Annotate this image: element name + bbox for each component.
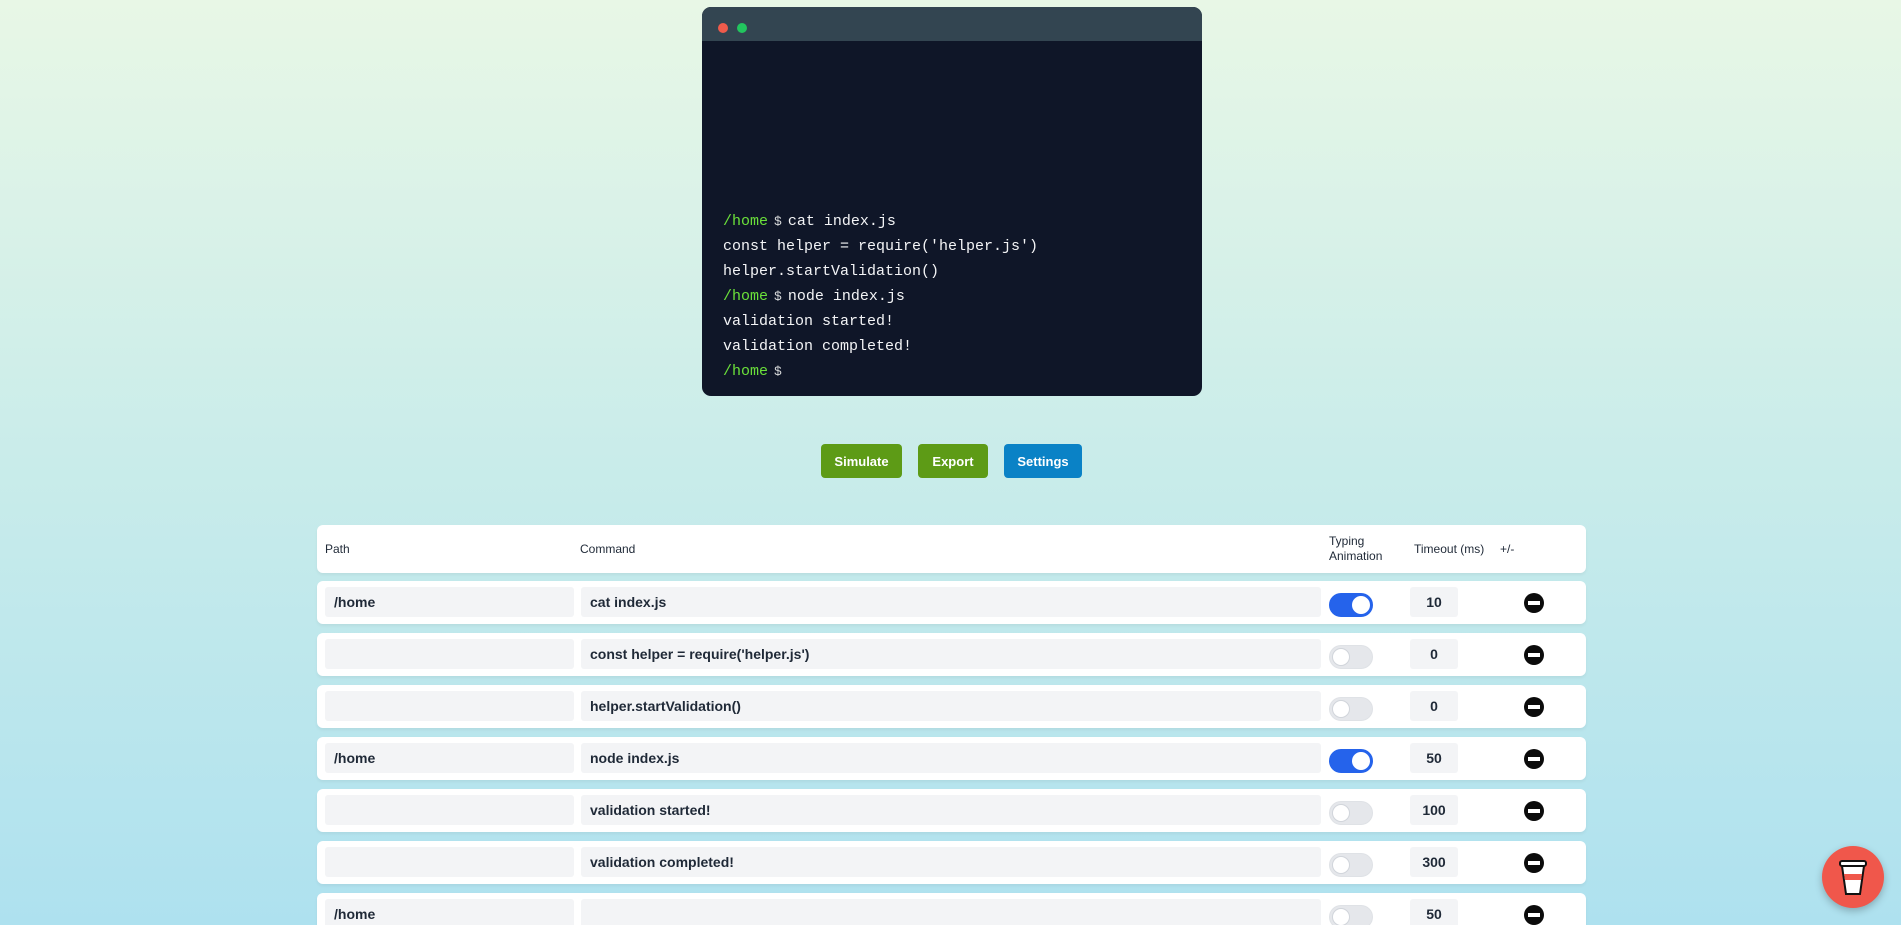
path-input[interactable] (325, 795, 574, 825)
terminal-line: validation started! (723, 313, 895, 330)
simulate-button[interactable]: Simulate (821, 444, 902, 478)
timeout-input[interactable]: 10 (1410, 587, 1458, 617)
typing-animation-toggle[interactable] (1329, 593, 1373, 617)
toggle-knob (1332, 856, 1350, 874)
timeout-input[interactable]: 50 (1410, 743, 1458, 773)
toggle-knob (1352, 596, 1370, 614)
terminal-window: /home $ cat index.js const helper = requir… (702, 7, 1202, 396)
path-input[interactable]: /home (325, 899, 574, 925)
timeout-input[interactable]: 100 (1410, 795, 1458, 825)
toggle-knob (1352, 752, 1370, 770)
maximize-dot-icon[interactable] (737, 23, 747, 33)
close-dot-icon[interactable] (718, 23, 728, 33)
remove-row-icon[interactable] (1524, 593, 1544, 613)
typing-animation-toggle[interactable] (1329, 645, 1373, 669)
table-row: validation started! 100 (317, 789, 1586, 832)
toggle-knob (1332, 804, 1350, 822)
action-buttons: Simulate Export Settings (0, 444, 1901, 478)
terminal-line: /home $ (723, 363, 782, 380)
timeout-input[interactable]: 0 (1410, 691, 1458, 721)
header-path: Path (325, 542, 350, 556)
table-row: helper.startValidation() 0 (317, 685, 1586, 728)
header-add-remove: +/- (1500, 542, 1515, 556)
command-input[interactable]: helper.startValidation() (581, 691, 1321, 721)
command-input[interactable]: validation started! (581, 795, 1321, 825)
command-input[interactable]: cat index.js (581, 587, 1321, 617)
header-typing-animation: Typing Animation (1329, 534, 1383, 563)
table-row: /home node index.js 50 (317, 737, 1586, 780)
path-input[interactable] (325, 639, 574, 669)
toggle-knob (1332, 700, 1350, 718)
table-header: Path Command Typing Animation Timeout (ms… (317, 525, 1586, 573)
remove-row-icon[interactable] (1524, 801, 1544, 821)
path-input[interactable]: /home (325, 743, 574, 773)
terminal-title-bar (702, 7, 1202, 41)
terminal-line: helper.startValidation() (723, 263, 940, 280)
timeout-input[interactable]: 300 (1410, 847, 1458, 877)
terminal-line: /home $ node index.js (723, 288, 905, 305)
terminal-line: const helper = require('helper.js') (723, 238, 1039, 255)
command-input[interactable] (581, 899, 1321, 925)
command-input[interactable]: validation completed! (581, 847, 1321, 877)
timeout-input[interactable]: 0 (1410, 639, 1458, 669)
timeout-input[interactable]: 50 (1410, 899, 1458, 925)
terminal-line: validation completed! (723, 338, 913, 355)
toggle-knob (1332, 648, 1350, 666)
remove-row-icon[interactable] (1524, 905, 1544, 925)
terminal-line: /home $ cat index.js (723, 213, 896, 230)
remove-row-icon[interactable] (1524, 749, 1544, 769)
header-timeout: Timeout (ms) (1414, 542, 1485, 556)
path-input[interactable] (325, 847, 574, 877)
command-input[interactable]: node index.js (581, 743, 1321, 773)
terminal-output: /home $ cat index.js const helper = requir… (723, 209, 1190, 384)
header-command: Command (580, 542, 636, 556)
toggle-knob (1332, 908, 1350, 925)
table-row: /home cat index.js 10 (317, 581, 1586, 624)
table-row: /home 50 (317, 893, 1586, 925)
typing-animation-toggle[interactable] (1329, 697, 1373, 721)
remove-row-icon[interactable] (1524, 853, 1544, 873)
path-input[interactable] (325, 691, 574, 721)
typing-animation-toggle[interactable] (1329, 749, 1373, 773)
typing-animation-toggle[interactable] (1329, 801, 1373, 825)
export-button[interactable]: Export (918, 444, 988, 478)
table-row: const helper = require('helper.js') 0 (317, 633, 1586, 676)
buy-me-a-coffee-button[interactable] (1822, 846, 1884, 908)
remove-row-icon[interactable] (1524, 697, 1544, 717)
coffee-cup-icon (1839, 860, 1867, 895)
remove-row-icon[interactable] (1524, 645, 1544, 665)
settings-button[interactable]: Settings (1004, 444, 1082, 478)
typing-animation-toggle[interactable] (1329, 853, 1373, 877)
command-input[interactable]: const helper = require('helper.js') (581, 639, 1321, 669)
path-input[interactable]: /home (325, 587, 574, 617)
table-row: validation completed! 300 (317, 841, 1586, 884)
typing-animation-toggle[interactable] (1329, 905, 1373, 925)
